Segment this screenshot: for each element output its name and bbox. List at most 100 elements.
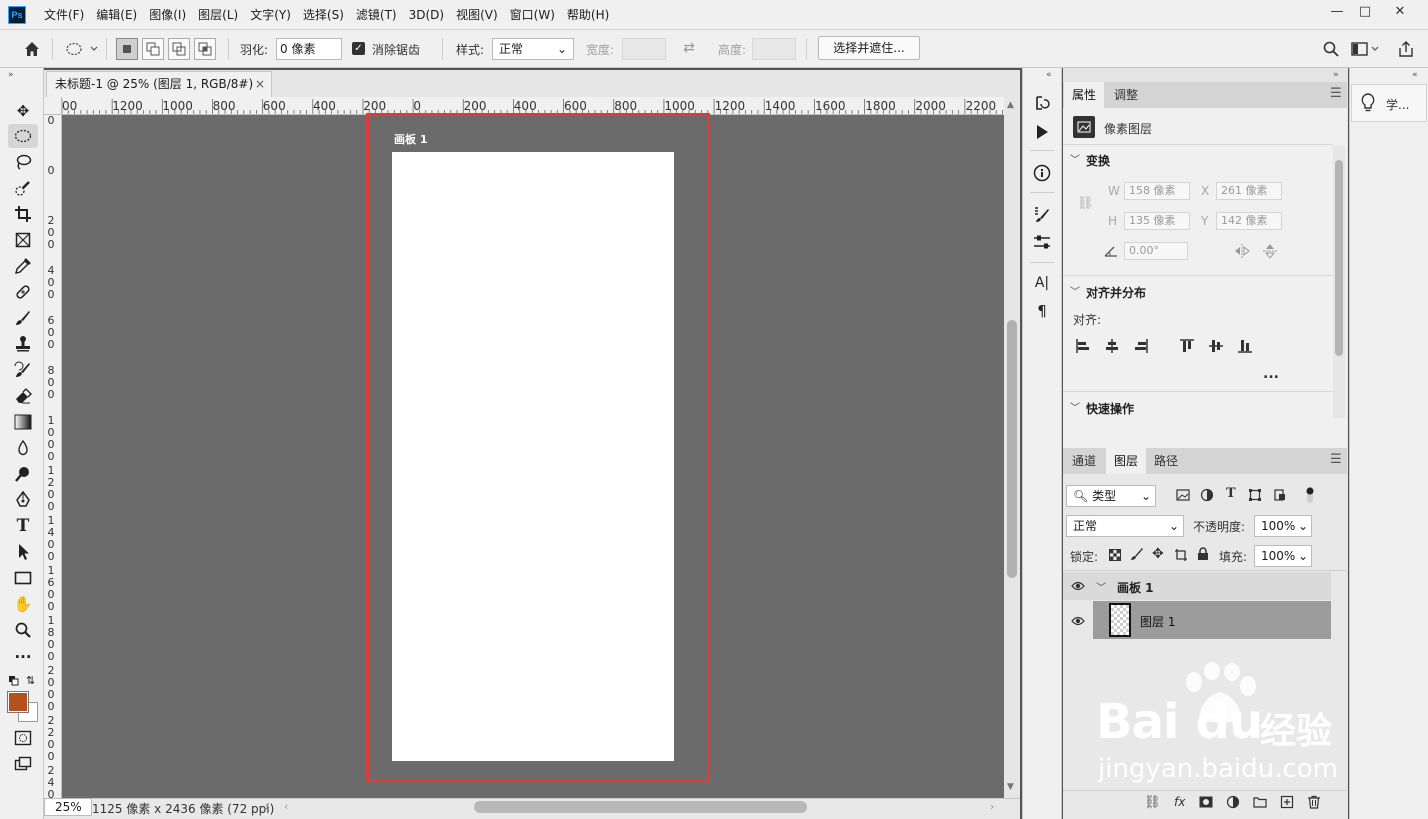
- new-selection-button[interactable]: [116, 38, 138, 60]
- status-chevron-icon[interactable]: ›: [265, 800, 269, 813]
- document-info[interactable]: 1125 像素 x 2436 像素 (72 ppi): [92, 800, 274, 817]
- collapse-panels-icon[interactable]: »: [1333, 70, 1339, 80]
- more-align-options[interactable]: ...: [1263, 366, 1279, 382]
- tab-properties[interactable]: 属性: [1064, 82, 1105, 108]
- info-panel-icon[interactable]: [1027, 160, 1057, 186]
- chevron-down-icon[interactable]: ﹀: [1070, 399, 1080, 414]
- panel-menu-icon[interactable]: ☰: [1330, 452, 1342, 467]
- default-colors-icon[interactable]: [9, 675, 19, 686]
- tab-paths[interactable]: 路径: [1146, 448, 1186, 474]
- eyedropper-tool-icon[interactable]: [8, 254, 38, 278]
- visibility-eye-icon[interactable]: [1071, 580, 1085, 592]
- lock-image-icon[interactable]: [1130, 547, 1144, 561]
- scroll-left-icon[interactable]: ‹: [284, 800, 288, 813]
- menu-window[interactable]: 窗口(W): [504, 0, 561, 30]
- tab-layers[interactable]: 图层: [1106, 448, 1147, 474]
- clone-stamp-tool-icon[interactable]: [8, 332, 38, 356]
- align-vertical-center-icon[interactable]: [1208, 338, 1224, 354]
- menu-file[interactable]: 文件(F): [38, 0, 90, 30]
- lock-position-icon[interactable]: ✥: [1152, 546, 1164, 562]
- blend-mode-select[interactable]: 正常 ⌄: [1066, 515, 1184, 537]
- close-tab-icon[interactable]: ×: [255, 72, 265, 96]
- collapse-strip-icon[interactable]: «: [1046, 70, 1052, 80]
- feather-input[interactable]: 0 像素: [276, 38, 342, 60]
- align-left-icon[interactable]: [1075, 338, 1091, 354]
- eraser-tool-icon[interactable]: [8, 384, 38, 408]
- height-field[interactable]: 135 像素: [1124, 212, 1190, 230]
- vertical-scroll-thumb[interactable]: [1007, 320, 1017, 578]
- filter-toggle-icon[interactable]: [1305, 486, 1315, 504]
- lock-transparent-icon[interactable]: [1109, 549, 1121, 561]
- chevron-down-icon[interactable]: ﹀: [1096, 579, 1106, 594]
- tab-channels[interactable]: 通道: [1064, 448, 1104, 474]
- dodge-tool-icon[interactable]: [8, 462, 38, 486]
- subtract-selection-button[interactable]: [168, 38, 190, 60]
- align-bottom-icon[interactable]: [1237, 338, 1253, 354]
- share-icon[interactable]: [1396, 40, 1416, 58]
- align-horizontal-center-icon[interactable]: [1104, 338, 1120, 354]
- scroll-up-icon[interactable]: ▲: [1007, 100, 1014, 110]
- flip-horizontal-icon[interactable]: [1234, 243, 1250, 259]
- visibility-eye-icon[interactable]: [1071, 615, 1085, 627]
- transform-section-title[interactable]: 变换: [1086, 152, 1110, 169]
- collapse-tools-icon[interactable]: »: [8, 70, 14, 80]
- healing-brush-tool-icon[interactable]: [8, 280, 38, 304]
- lock-all-icon[interactable]: [1197, 547, 1209, 561]
- intersect-selection-button[interactable]: [194, 38, 216, 60]
- antialias-checkbox[interactable]: ✓: [352, 42, 365, 55]
- menu-select[interactable]: 选择(S): [297, 0, 350, 30]
- align-section-title[interactable]: 对齐并分布: [1086, 284, 1146, 301]
- move-tool-icon[interactable]: ✥: [8, 99, 38, 123]
- menu-type[interactable]: 文字(Y): [244, 0, 297, 30]
- path-selection-tool-icon[interactable]: [8, 540, 38, 564]
- hand-tool-icon[interactable]: ✋: [8, 592, 38, 616]
- height-input[interactable]: [752, 38, 796, 60]
- chevron-down-icon[interactable]: ﹀: [1070, 283, 1080, 298]
- properties-scroll-thumb[interactable]: [1335, 160, 1343, 356]
- x-field[interactable]: 261 像素: [1216, 182, 1282, 200]
- crop-tool-icon[interactable]: [8, 202, 38, 226]
- select-and-mask-button[interactable]: 选择并遮住...: [818, 36, 920, 60]
- collapse-learn-icon[interactable]: «: [1412, 70, 1418, 80]
- swap-colors-icon[interactable]: ⇅: [26, 674, 38, 687]
- filter-type-icon[interactable]: T: [1226, 486, 1236, 501]
- document-tab[interactable]: 未标题-1 @ 25% (图层 1, RGB/8#) ×: [46, 71, 272, 97]
- history-brush-tool-icon[interactable]: [8, 358, 38, 382]
- layer-name[interactable]: 图层 1: [1140, 613, 1175, 630]
- foreground-color-swatch[interactable]: [7, 691, 29, 713]
- filter-pixel-icon[interactable]: [1176, 488, 1190, 502]
- paragraph-panel-icon[interactable]: ¶: [1027, 298, 1057, 324]
- type-tool-icon[interactable]: T: [8, 514, 38, 538]
- blur-tool-icon[interactable]: [8, 436, 38, 460]
- chevron-down-icon[interactable]: ﹀: [1070, 151, 1080, 166]
- align-right-icon[interactable]: [1133, 338, 1149, 354]
- zoom-input[interactable]: 25%: [44, 798, 92, 816]
- style-select[interactable]: 正常 ⌄: [492, 38, 574, 60]
- character-panel-icon[interactable]: A|: [1027, 270, 1057, 296]
- lock-artboard-icon[interactable]: [1174, 548, 1188, 562]
- quick-selection-tool-icon[interactable]: [8, 176, 38, 200]
- panel-menu-icon[interactable]: ☰: [1330, 86, 1342, 101]
- minimize-button[interactable]: —: [1322, 0, 1352, 22]
- filter-adjustment-icon[interactable]: [1200, 488, 1214, 502]
- new-layer-icon[interactable]: [1280, 795, 1294, 809]
- search-icon[interactable]: [1322, 40, 1340, 58]
- workspace-switcher-icon[interactable]: [1350, 40, 1386, 58]
- zoom-tool-icon[interactable]: [8, 618, 38, 642]
- adjustments-icon[interactable]: [1027, 229, 1057, 255]
- layer-effects-icon[interactable]: fx: [1174, 795, 1185, 809]
- filter-smart-object-icon[interactable]: [1273, 488, 1287, 502]
- layer-filter-select[interactable]: 🔍︎ 类型 ⌄: [1066, 485, 1156, 507]
- menu-help[interactable]: 帮助(H): [561, 0, 615, 30]
- layer-thumbnail[interactable]: [1109, 603, 1131, 637]
- menu-edit[interactable]: 编辑(E): [90, 0, 143, 30]
- restore-button[interactable]: □: [1350, 0, 1380, 22]
- opacity-input[interactable]: 100% ⌄: [1254, 515, 1312, 537]
- quick-mask-icon[interactable]: [8, 726, 38, 750]
- menu-3d[interactable]: 3D(D): [403, 0, 450, 30]
- gradient-tool-icon[interactable]: [8, 410, 38, 434]
- align-top-icon[interactable]: [1179, 338, 1195, 354]
- more-tools-icon[interactable]: ···: [8, 645, 38, 669]
- brush-tool-icon[interactable]: [8, 306, 38, 330]
- home-icon[interactable]: [22, 39, 42, 59]
